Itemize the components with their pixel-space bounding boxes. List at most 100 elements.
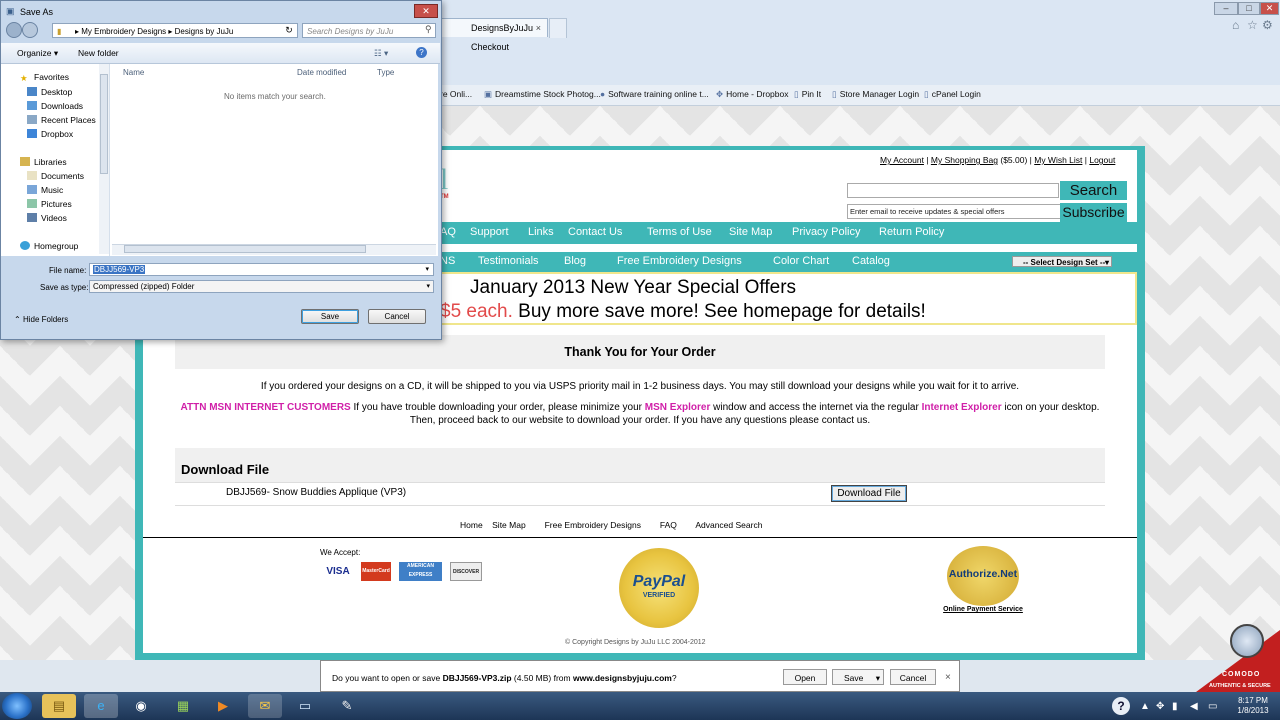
open-button[interactable]: Open <box>783 669 827 685</box>
file-explorer-icon[interactable]: ▤ <box>42 694 76 718</box>
nav-dropbox[interactable]: Dropbox <box>27 129 73 139</box>
gear-icon[interactable]: ⚙ <box>1262 18 1273 32</box>
file-list-hscroll-thumb[interactable] <box>124 245 366 253</box>
file-name-input[interactable]: DBJJ569-VP3 ▾ <box>89 263 434 276</box>
help-icon[interactable]: ? <box>416 47 427 58</box>
nav-color-chart[interactable]: Color Chart <box>773 255 829 267</box>
nav-terms-of-use[interactable]: Terms of Use <box>647 226 712 238</box>
chevron-down-icon[interactable]: ▾ <box>424 264 430 275</box>
nav-music[interactable]: Music <box>27 185 63 195</box>
online-payment-service-link[interactable]: Online Payment Service <box>940 606 1026 613</box>
nav-blog[interactable]: Blog <box>564 255 586 267</box>
search-button[interactable]: Search <box>1060 181 1127 200</box>
column-name[interactable]: Name <box>123 68 144 77</box>
footer-link-free-designs[interactable]: Free Embroidery Designs <box>545 520 641 530</box>
nav-links[interactable]: Links <box>528 226 554 238</box>
nav-testimonials[interactable]: Testimonials <box>478 255 539 267</box>
newsletter-email-input[interactable]: Enter email to receive updates & special… <box>847 204 1061 219</box>
nav-pane-scroll-thumb[interactable] <box>100 74 108 174</box>
hp-icon[interactable]: ◉ <box>124 694 158 718</box>
new-folder-button[interactable]: New folder <box>78 48 119 58</box>
outlook-icon[interactable]: ✉ <box>248 694 282 718</box>
nav-pictures[interactable]: Pictures <box>27 199 72 209</box>
internet-explorer-icon[interactable]: e <box>84 694 118 718</box>
cancel-button[interactable]: Cancel <box>368 309 426 324</box>
save-split-button[interactable]: Save ▾ <box>832 669 884 685</box>
nav-catalog[interactable]: Catalog <box>852 255 890 267</box>
tab-checkout[interactable]: DesignsByJuJu Checkout × <box>440 18 548 52</box>
logout-link[interactable]: Logout <box>1089 155 1115 165</box>
app-icon[interactable]: ▦ <box>166 694 200 718</box>
save-as-type-select[interactable]: Compressed (zipped) Folder ▾ <box>89 280 434 293</box>
column-type[interactable]: Type <box>377 68 394 77</box>
tab-close-icon[interactable]: × <box>536 19 541 38</box>
nav-favorites[interactable]: ★ Favorites <box>20 72 69 83</box>
nav-return-policy[interactable]: Return Policy <box>879 226 944 238</box>
close-icon[interactable]: × <box>945 672 951 683</box>
favorite-link[interactable]: re Onli... <box>440 89 472 99</box>
nav-privacy-policy[interactable]: Privacy Policy <box>792 226 860 238</box>
refresh-icon[interactable]: ↻ <box>280 23 298 38</box>
breadcrumb-designs-by-juju[interactable]: Designs by JuJu <box>175 27 234 36</box>
home-icon[interactable]: ⌂ <box>1232 18 1239 32</box>
download-file-button[interactable]: Download File <box>831 485 907 502</box>
design-set-select[interactable]: -- Select Design Set -- ▾ <box>1012 256 1112 267</box>
network-icon[interactable]: ▮ <box>1172 701 1178 712</box>
nav-support[interactable]: Support <box>470 226 509 238</box>
nav-downloads[interactable]: Downloads <box>27 101 83 111</box>
nav-free-embroidery-designs[interactable]: Free Embroidery Designs <box>617 255 742 267</box>
volume-icon[interactable]: ◀ <box>1190 701 1198 712</box>
help-icon[interactable]: ? <box>1112 697 1130 715</box>
nav-designs[interactable]: NS <box>440 255 455 267</box>
forward-button[interactable] <box>22 22 38 38</box>
nav-homegroup[interactable]: Homegroup <box>20 241 78 251</box>
favorites-star-icon[interactable]: ☆ <box>1247 18 1258 32</box>
nav-recent-places[interactable]: Recent Places <box>27 115 96 125</box>
nav-faq[interactable]: AQ <box>440 226 456 238</box>
view-options-icon[interactable]: ☷ ▾ <box>374 48 388 59</box>
favorite-link[interactable]: ▣ Dreamstime Stock Photog... <box>484 89 601 100</box>
subscribe-button[interactable]: Subscribe <box>1060 203 1127 222</box>
nav-site-map[interactable]: Site Map <box>729 226 772 238</box>
footer-link-advanced-search[interactable]: Advanced Search <box>695 520 762 530</box>
my-account-link[interactable]: My Account <box>880 155 924 165</box>
favorite-link[interactable]: ● Software training online t... <box>600 89 709 99</box>
site-search-input[interactable] <box>847 183 1059 198</box>
favorite-link[interactable]: ▯ Pin It <box>794 89 821 100</box>
nav-libraries[interactable]: Libraries <box>20 157 67 167</box>
new-tab-button[interactable] <box>549 18 567 38</box>
address-bar[interactable]: ▮ ▸ My Embroidery Designs ▸ Designs by J… <box>52 23 298 38</box>
media-icon[interactable]: ▶ <box>206 694 240 718</box>
system-clock[interactable]: 8:17 PM 1/8/2013 <box>1228 696 1278 716</box>
footer-link-site-map[interactable]: Site Map <box>492 520 526 530</box>
power-icon[interactable]: ▭ <box>1208 701 1217 712</box>
chevron-down-icon[interactable]: ▾ <box>876 670 880 686</box>
wish-list-link[interactable]: My Wish List <box>1034 155 1082 165</box>
dialog-close-button[interactable]: ✕ <box>414 4 438 18</box>
back-button[interactable] <box>6 22 22 38</box>
save-button[interactable]: Save <box>301 309 359 324</box>
favorite-link[interactable]: ✥ Home - Dropbox <box>716 89 788 100</box>
window-close-button[interactable]: ✕ <box>1260 2 1279 15</box>
nav-contact-us[interactable]: Contact Us <box>568 226 622 238</box>
start-button[interactable] <box>2 693 32 719</box>
hide-folders-toggle[interactable]: ⌃ Hide Folders <box>14 315 68 324</box>
organize-button[interactable]: Organize ▾ <box>17 48 58 59</box>
footer-link-home[interactable]: Home <box>460 520 483 530</box>
nav-desktop[interactable]: Desktop <box>27 87 72 97</box>
footer-link-faq[interactable]: FAQ <box>660 520 677 530</box>
shopping-bag-link[interactable]: My Shopping Bag <box>931 155 998 165</box>
dialog-search-input[interactable]: Search Designs by JuJu <box>302 23 436 38</box>
breadcrumb-my-embroidery-designs[interactable]: My Embroidery Designs <box>81 27 166 36</box>
favorite-link[interactable]: ▯ Store Manager Login <box>832 89 919 100</box>
nav-videos[interactable]: Videos <box>27 213 67 223</box>
favorite-link[interactable]: ▯ cPanel Login <box>924 89 981 100</box>
window-icon[interactable]: ▭ <box>288 694 322 718</box>
window-minimize-button[interactable]: – <box>1214 2 1238 15</box>
nav-documents[interactable]: Documents <box>27 171 84 181</box>
tray-arrow-icon[interactable]: ▲ <box>1140 701 1150 712</box>
tool-icon[interactable]: ✎ <box>330 694 364 718</box>
window-maximize-button[interactable]: □ <box>1238 2 1260 15</box>
dropbox-tray-icon[interactable]: ✥ <box>1156 701 1164 712</box>
cancel-download-button[interactable]: Cancel <box>890 669 936 685</box>
